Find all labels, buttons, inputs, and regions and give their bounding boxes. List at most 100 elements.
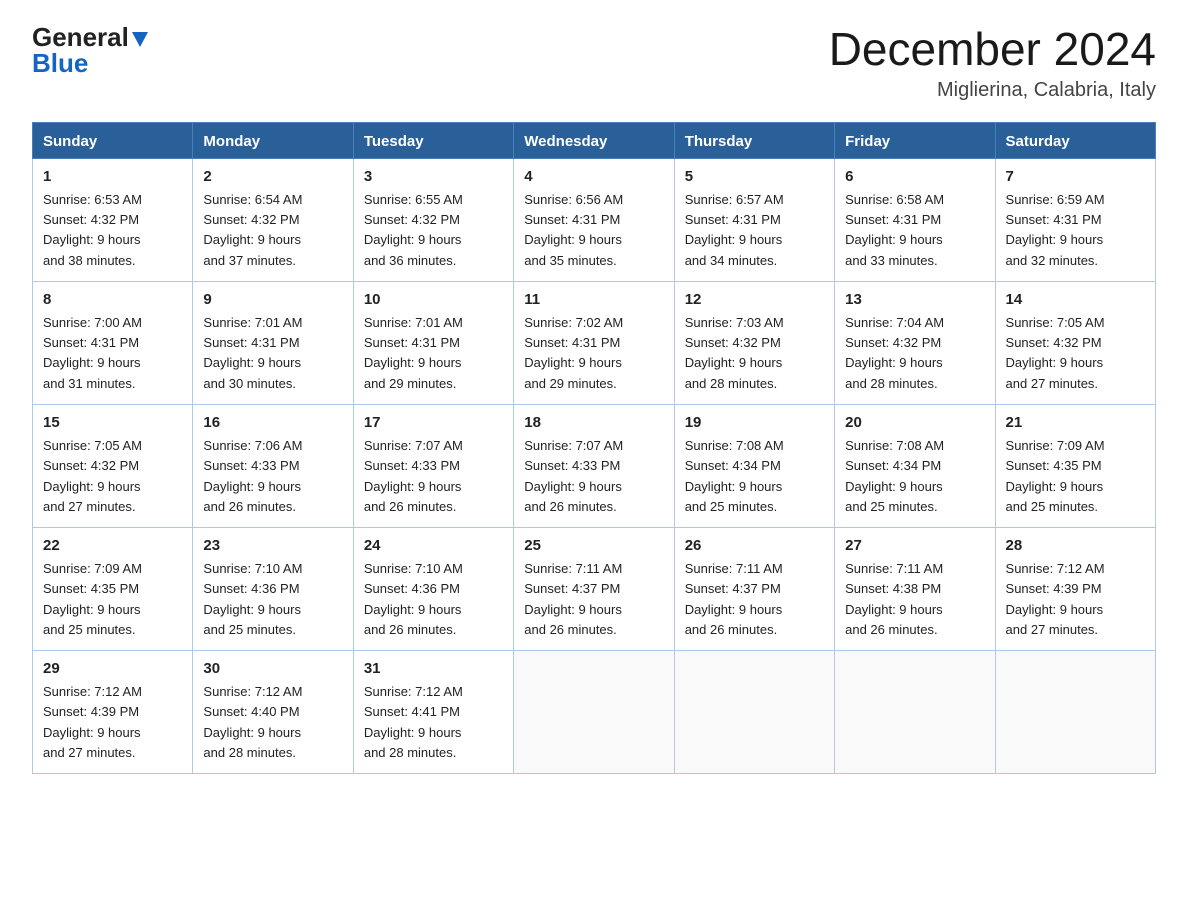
calendar-cell: 20 Sunrise: 7:08 AM Sunset: 4:34 PM Dayl… — [835, 404, 995, 527]
day-info: Sunrise: 7:09 AM Sunset: 4:35 PM Dayligh… — [43, 559, 182, 640]
calendar-cell: 28 Sunrise: 7:12 AM Sunset: 4:39 PM Dayl… — [995, 527, 1155, 650]
calendar-cell: 1 Sunrise: 6:53 AM Sunset: 4:32 PM Dayli… — [33, 158, 193, 281]
day-number: 3 — [364, 166, 503, 189]
calendar-cell — [514, 650, 674, 773]
day-number: 28 — [1006, 535, 1145, 558]
day-info: Sunrise: 7:05 AM Sunset: 4:32 PM Dayligh… — [1006, 313, 1145, 394]
day-number: 9 — [203, 289, 342, 312]
calendar-week-row: 29 Sunrise: 7:12 AM Sunset: 4:39 PM Dayl… — [33, 650, 1156, 773]
day-number: 4 — [524, 166, 663, 189]
calendar-cell: 6 Sunrise: 6:58 AM Sunset: 4:31 PM Dayli… — [835, 158, 995, 281]
day-info: Sunrise: 7:12 AM Sunset: 4:40 PM Dayligh… — [203, 682, 342, 763]
calendar-cell — [995, 650, 1155, 773]
day-number: 11 — [524, 289, 663, 312]
calendar-cell: 15 Sunrise: 7:05 AM Sunset: 4:32 PM Dayl… — [33, 404, 193, 527]
calendar-week-row: 8 Sunrise: 7:00 AM Sunset: 4:31 PM Dayli… — [33, 281, 1156, 404]
calendar-cell: 17 Sunrise: 7:07 AM Sunset: 4:33 PM Dayl… — [353, 404, 513, 527]
calendar-cell: 4 Sunrise: 6:56 AM Sunset: 4:31 PM Dayli… — [514, 158, 674, 281]
logo-general-text: General — [32, 24, 129, 50]
day-info: Sunrise: 6:54 AM Sunset: 4:32 PM Dayligh… — [203, 190, 342, 271]
col-header-saturday: Saturday — [995, 122, 1155, 158]
col-header-tuesday: Tuesday — [353, 122, 513, 158]
calendar-cell: 10 Sunrise: 7:01 AM Sunset: 4:31 PM Dayl… — [353, 281, 513, 404]
day-number: 27 — [845, 535, 984, 558]
day-number: 22 — [43, 535, 182, 558]
day-info: Sunrise: 6:58 AM Sunset: 4:31 PM Dayligh… — [845, 190, 984, 271]
col-header-monday: Monday — [193, 122, 353, 158]
calendar-cell: 8 Sunrise: 7:00 AM Sunset: 4:31 PM Dayli… — [33, 281, 193, 404]
calendar-week-row: 1 Sunrise: 6:53 AM Sunset: 4:32 PM Dayli… — [33, 158, 1156, 281]
page-header: General Blue December 2024 Miglierina, C… — [32, 24, 1156, 102]
day-number: 29 — [43, 658, 182, 681]
day-info: Sunrise: 6:55 AM Sunset: 4:32 PM Dayligh… — [364, 190, 503, 271]
calendar-cell: 18 Sunrise: 7:07 AM Sunset: 4:33 PM Dayl… — [514, 404, 674, 527]
col-header-wednesday: Wednesday — [514, 122, 674, 158]
col-header-friday: Friday — [835, 122, 995, 158]
day-number: 14 — [1006, 289, 1145, 312]
calendar-cell: 23 Sunrise: 7:10 AM Sunset: 4:36 PM Dayl… — [193, 527, 353, 650]
day-info: Sunrise: 7:08 AM Sunset: 4:34 PM Dayligh… — [685, 436, 824, 517]
day-info: Sunrise: 7:11 AM Sunset: 4:38 PM Dayligh… — [845, 559, 984, 640]
day-info: Sunrise: 7:10 AM Sunset: 4:36 PM Dayligh… — [364, 559, 503, 640]
day-info: Sunrise: 7:07 AM Sunset: 4:33 PM Dayligh… — [524, 436, 663, 517]
col-header-sunday: Sunday — [33, 122, 193, 158]
calendar-cell: 22 Sunrise: 7:09 AM Sunset: 4:35 PM Dayl… — [33, 527, 193, 650]
day-info: Sunrise: 7:00 AM Sunset: 4:31 PM Dayligh… — [43, 313, 182, 394]
day-info: Sunrise: 7:02 AM Sunset: 4:31 PM Dayligh… — [524, 313, 663, 394]
day-info: Sunrise: 7:05 AM Sunset: 4:32 PM Dayligh… — [43, 436, 182, 517]
calendar-cell: 13 Sunrise: 7:04 AM Sunset: 4:32 PM Dayl… — [835, 281, 995, 404]
day-number: 13 — [845, 289, 984, 312]
calendar-cell: 26 Sunrise: 7:11 AM Sunset: 4:37 PM Dayl… — [674, 527, 834, 650]
calendar-cell: 24 Sunrise: 7:10 AM Sunset: 4:36 PM Dayl… — [353, 527, 513, 650]
day-info: Sunrise: 7:01 AM Sunset: 4:31 PM Dayligh… — [203, 313, 342, 394]
day-number: 21 — [1006, 412, 1145, 435]
day-number: 8 — [43, 289, 182, 312]
day-number: 17 — [364, 412, 503, 435]
day-info: Sunrise: 7:11 AM Sunset: 4:37 PM Dayligh… — [524, 559, 663, 640]
calendar-cell — [835, 650, 995, 773]
calendar-table: SundayMondayTuesdayWednesdayThursdayFrid… — [32, 122, 1156, 774]
calendar-cell: 3 Sunrise: 6:55 AM Sunset: 4:32 PM Dayli… — [353, 158, 513, 281]
day-number: 1 — [43, 166, 182, 189]
calendar-cell: 30 Sunrise: 7:12 AM Sunset: 4:40 PM Dayl… — [193, 650, 353, 773]
calendar-cell: 14 Sunrise: 7:05 AM Sunset: 4:32 PM Dayl… — [995, 281, 1155, 404]
calendar-cell: 21 Sunrise: 7:09 AM Sunset: 4:35 PM Dayl… — [995, 404, 1155, 527]
day-info: Sunrise: 6:59 AM Sunset: 4:31 PM Dayligh… — [1006, 190, 1145, 271]
day-info: Sunrise: 7:10 AM Sunset: 4:36 PM Dayligh… — [203, 559, 342, 640]
calendar-cell: 9 Sunrise: 7:01 AM Sunset: 4:31 PM Dayli… — [193, 281, 353, 404]
calendar-cell: 27 Sunrise: 7:11 AM Sunset: 4:38 PM Dayl… — [835, 527, 995, 650]
calendar-cell: 25 Sunrise: 7:11 AM Sunset: 4:37 PM Dayl… — [514, 527, 674, 650]
page-subtitle: Miglierina, Calabria, Italy — [829, 79, 1156, 102]
day-number: 26 — [685, 535, 824, 558]
day-number: 10 — [364, 289, 503, 312]
calendar-cell — [674, 650, 834, 773]
day-info: Sunrise: 6:57 AM Sunset: 4:31 PM Dayligh… — [685, 190, 824, 271]
day-number: 24 — [364, 535, 503, 558]
logo: General Blue — [32, 24, 148, 76]
day-number: 6 — [845, 166, 984, 189]
calendar-week-row: 15 Sunrise: 7:05 AM Sunset: 4:32 PM Dayl… — [33, 404, 1156, 527]
day-number: 18 — [524, 412, 663, 435]
day-number: 25 — [524, 535, 663, 558]
day-number: 30 — [203, 658, 342, 681]
day-info: Sunrise: 7:12 AM Sunset: 4:39 PM Dayligh… — [1006, 559, 1145, 640]
day-number: 5 — [685, 166, 824, 189]
calendar-cell: 29 Sunrise: 7:12 AM Sunset: 4:39 PM Dayl… — [33, 650, 193, 773]
day-info: Sunrise: 7:11 AM Sunset: 4:37 PM Dayligh… — [685, 559, 824, 640]
day-number: 16 — [203, 412, 342, 435]
day-number: 12 — [685, 289, 824, 312]
logo-blue-text: Blue — [32, 50, 88, 76]
day-number: 15 — [43, 412, 182, 435]
calendar-cell: 12 Sunrise: 7:03 AM Sunset: 4:32 PM Dayl… — [674, 281, 834, 404]
calendar-week-row: 22 Sunrise: 7:09 AM Sunset: 4:35 PM Dayl… — [33, 527, 1156, 650]
calendar-cell: 19 Sunrise: 7:08 AM Sunset: 4:34 PM Dayl… — [674, 404, 834, 527]
day-info: Sunrise: 6:53 AM Sunset: 4:32 PM Dayligh… — [43, 190, 182, 271]
day-info: Sunrise: 7:03 AM Sunset: 4:32 PM Dayligh… — [685, 313, 824, 394]
day-number: 31 — [364, 658, 503, 681]
calendar-header-row: SundayMondayTuesdayWednesdayThursdayFrid… — [33, 122, 1156, 158]
day-number: 2 — [203, 166, 342, 189]
page-title: December 2024 — [829, 24, 1156, 75]
calendar-cell: 16 Sunrise: 7:06 AM Sunset: 4:33 PM Dayl… — [193, 404, 353, 527]
day-info: Sunrise: 7:04 AM Sunset: 4:32 PM Dayligh… — [845, 313, 984, 394]
calendar-cell: 11 Sunrise: 7:02 AM Sunset: 4:31 PM Dayl… — [514, 281, 674, 404]
